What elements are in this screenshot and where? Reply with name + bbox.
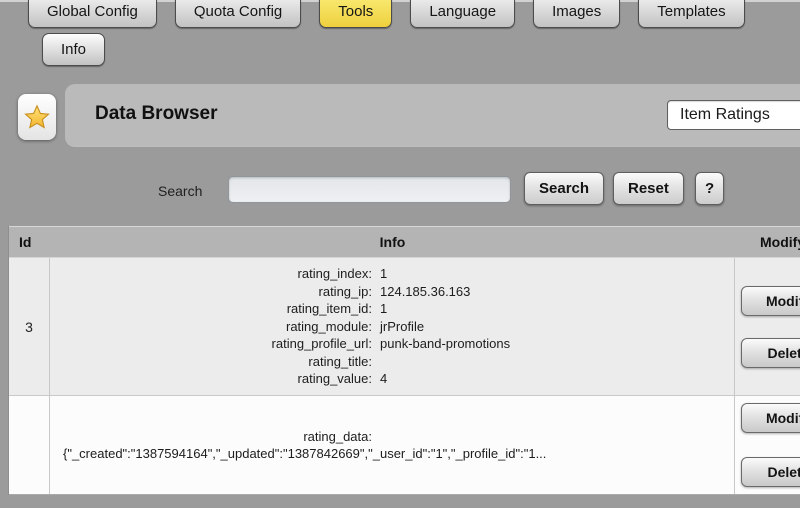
- field-key: rating_title:: [50, 353, 372, 371]
- tab-language[interactable]: Language: [410, 0, 515, 28]
- tab-global-config[interactable]: Global Config: [28, 0, 157, 28]
- field-key: rating_ip:: [50, 283, 372, 301]
- column-header-info: Info: [50, 234, 735, 250]
- star-icon: [23, 103, 51, 131]
- field-value: [372, 428, 380, 446]
- favorite-button[interactable]: [18, 94, 56, 140]
- row-actions-cell: Modify Delete: [735, 396, 800, 494]
- tab-bar: Global Config Quota Config Tools Languag…: [28, 0, 745, 28]
- row-info-cell: rating_data: {"_created":"1387594164","_…: [50, 396, 735, 494]
- search-button[interactable]: Search: [524, 172, 604, 205]
- reset-button[interactable]: Reset: [613, 172, 684, 205]
- field-key: rating_item_id:: [50, 300, 372, 318]
- field-value: 124.185.36.163: [372, 283, 470, 301]
- field-value: 1: [372, 300, 387, 318]
- tab-quota-config[interactable]: Quota Config: [175, 0, 301, 28]
- modify-button[interactable]: Modify: [741, 403, 800, 433]
- tab-templates[interactable]: Templates: [638, 0, 744, 28]
- table-row: 3 rating_index:1 rating_ip:124.185.36.16…: [9, 258, 800, 396]
- tab-bar-row-2: Info: [42, 33, 105, 66]
- row-info-cell: rating_index:1 rating_ip:124.185.36.163 …: [50, 258, 735, 395]
- search-input[interactable]: [228, 176, 511, 203]
- page-title: Data Browser: [95, 103, 218, 125]
- table-header-row: Id Info Modify: [9, 226, 800, 258]
- dataset-select-value: Item Ratings: [680, 106, 770, 124]
- field-value: punk-band-promotions: [372, 335, 510, 353]
- column-header-modify: Modify: [735, 234, 800, 250]
- tab-info[interactable]: Info: [42, 33, 105, 66]
- field-key: rating_value:: [50, 370, 372, 388]
- field-key: rating_index:: [50, 265, 372, 283]
- tab-tools[interactable]: Tools: [319, 0, 392, 28]
- field-value: [372, 353, 380, 371]
- row-id-cell: 3: [9, 258, 50, 395]
- tab-images[interactable]: Images: [533, 0, 620, 28]
- field-value: jrProfile: [372, 318, 424, 336]
- dataset-select[interactable]: Item Ratings: [667, 100, 800, 130]
- field-key: rating_module:: [50, 318, 372, 336]
- column-header-id: Id: [9, 234, 50, 250]
- data-table: Id Info Modify 3 rating_index:1 rating_i…: [8, 226, 800, 495]
- row-actions-cell: Modify Delete: [735, 258, 800, 395]
- search-label: Search: [158, 183, 202, 199]
- table-row: rating_data: {"_created":"1387594164","_…: [9, 396, 800, 495]
- modify-button[interactable]: Modify: [741, 286, 800, 316]
- delete-button[interactable]: Delete: [741, 457, 800, 487]
- field-key: rating_data:: [50, 428, 372, 446]
- delete-button[interactable]: Delete: [741, 338, 800, 368]
- row-id-cell: [9, 396, 50, 494]
- rating-data-json-preview: {"_created":"1387594164","_updated":"138…: [50, 445, 734, 463]
- field-key: rating_profile_url:: [50, 335, 372, 353]
- field-value: 4: [372, 370, 387, 388]
- help-button[interactable]: ?: [695, 172, 724, 205]
- field-value: 1: [372, 265, 387, 283]
